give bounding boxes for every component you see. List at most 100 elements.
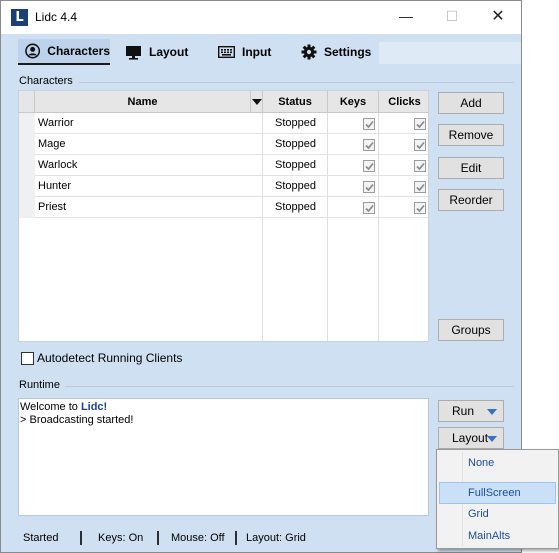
run-button[interactable]: Run: [438, 400, 504, 422]
keyboard-icon: [218, 46, 235, 58]
run-button-label: Run: [452, 404, 475, 418]
close-button[interactable]: ✕: [475, 1, 521, 34]
clicks-checkbox[interactable]: [414, 118, 426, 130]
checkmark-icon: [416, 120, 425, 129]
chevron-down-icon[interactable]: [487, 409, 497, 415]
tab-settings-label: Settings: [324, 45, 372, 59]
reorder-button[interactable]: Reorder: [438, 189, 504, 211]
tab-input[interactable]: Input: [218, 39, 271, 65]
divider: [79, 82, 514, 83]
checkmark-icon: [416, 162, 425, 171]
checkmark-icon: [365, 120, 374, 129]
console-brand-text: Lidc!: [80, 401, 108, 413]
keys-checkbox[interactable]: [363, 160, 375, 172]
tab-layout-label: Layout: [149, 45, 189, 59]
column-header-status[interactable]: Status: [263, 91, 328, 113]
layout-button[interactable]: Layout: [438, 427, 504, 449]
status-separator: [235, 531, 237, 545]
column-filter-dropdown[interactable]: [251, 91, 263, 113]
edit-button[interactable]: Edit: [438, 157, 504, 179]
clicks-checkbox[interactable]: [414, 181, 426, 193]
add-button[interactable]: Add: [438, 92, 504, 114]
autodetect-label: Autodetect Running Clients: [37, 351, 183, 365]
checkmark-icon: [416, 183, 425, 192]
character-status: Stopped: [275, 117, 316, 129]
characters-group-label: Characters: [19, 75, 73, 87]
checkmark-icon: [416, 204, 425, 213]
table-row[interactable]: Warrior Stopped: [35, 113, 428, 134]
checkbox-box[interactable]: [21, 351, 34, 365]
table-row[interactable]: Mage Stopped: [35, 134, 428, 155]
groups-button[interactable]: Groups: [438, 319, 504, 341]
table-row[interactable]: Warlock Stopped: [35, 155, 428, 176]
tab-bar: Characters Layout Input Settings: [1, 34, 521, 68]
autodetect-checkbox[interactable]: Autodetect Running Clients: [21, 351, 182, 365]
character-name: Warlock: [38, 159, 78, 171]
menu-item-mainalts[interactable]: MainAlts: [439, 525, 556, 547]
status-mouse: Mouse: Off: [171, 532, 225, 544]
character-status: Stopped: [275, 180, 316, 192]
checkmark-icon: [365, 162, 374, 171]
tab-strip-fill: [379, 42, 521, 64]
menu-item-none[interactable]: None: [439, 452, 556, 474]
status-layout: Layout: Grid: [246, 532, 306, 544]
title-bar[interactable]: L Lidc 4.4 — ☐ ✕: [1, 1, 521, 34]
checkmark-icon: [365, 183, 374, 192]
clicks-checkbox[interactable]: [414, 202, 426, 214]
checkmark-icon: [365, 141, 374, 150]
gear-icon: [301, 44, 317, 60]
keys-checkbox[interactable]: [363, 202, 375, 214]
tab-characters[interactable]: Characters: [18, 39, 110, 65]
window-title: Lidc 4.4: [35, 10, 78, 24]
character-status: Stopped: [275, 138, 316, 150]
menu-item-fullscreen[interactable]: FullScreen: [439, 482, 556, 504]
keys-checkbox[interactable]: [363, 139, 375, 151]
monitor-icon: [126, 45, 141, 60]
column-header-keys[interactable]: Keys: [328, 91, 379, 113]
runtime-console[interactable]: Welcome to Lidc! > Broadcasting started!: [18, 398, 429, 516]
character-name: Priest: [38, 201, 67, 213]
character-name: Warrior: [38, 117, 74, 129]
character-status: Stopped: [275, 159, 316, 171]
layout-button-label: Layout: [452, 431, 489, 445]
table-row[interactable]: Hunter Stopped: [35, 176, 428, 197]
console-welcome-text: Welcome to: [20, 401, 81, 413]
keys-checkbox[interactable]: [363, 181, 375, 193]
character-status: Stopped: [275, 201, 316, 213]
app-logo-icon: L: [11, 9, 28, 26]
character-name: Mage: [38, 138, 66, 150]
grid-header: Name Status Keys Clicks: [19, 91, 428, 113]
status-keys: Keys: On: [98, 532, 144, 544]
divider: [65, 386, 514, 387]
status-separator: [80, 531, 82, 545]
console-line: Welcome to Lidc!: [20, 401, 427, 414]
column-header-name[interactable]: Name: [35, 91, 251, 113]
remove-button[interactable]: Remove: [438, 124, 504, 146]
clicks-checkbox[interactable]: [414, 139, 426, 151]
column-header-clicks[interactable]: Clicks: [379, 91, 430, 113]
menu-item-grid[interactable]: Grid: [439, 503, 556, 525]
triangle-down-icon: [252, 99, 262, 105]
tab-characters-label: Characters: [47, 44, 110, 58]
checkmark-icon: [365, 204, 374, 213]
table-row[interactable]: Priest Stopped: [35, 197, 428, 218]
maximize-button[interactable]: ☐: [429, 1, 475, 34]
checkmark-icon: [416, 141, 425, 150]
row-header-column: [19, 113, 35, 218]
tab-settings[interactable]: Settings: [301, 39, 371, 65]
tab-input-label: Input: [242, 45, 272, 59]
keys-checkbox[interactable]: [363, 118, 375, 130]
row-header-corner: [19, 91, 35, 113]
minimize-button[interactable]: —: [383, 1, 429, 34]
tab-layout[interactable]: Layout: [125, 39, 188, 65]
console-line: > Broadcasting started!: [20, 414, 134, 426]
runtime-group-label: Runtime: [19, 379, 60, 391]
status-separator: [157, 531, 159, 545]
layout-dropdown-menu: None FullScreen Grid MainAlts: [436, 449, 559, 549]
chevron-down-icon[interactable]: [487, 436, 497, 442]
character-name: Hunter: [38, 180, 72, 192]
clicks-checkbox[interactable]: [414, 160, 426, 172]
user-circle-icon: [25, 43, 41, 59]
characters-grid[interactable]: Name Status Keys Clicks Warrior Stopped …: [18, 90, 429, 342]
status-state: Started: [23, 532, 59, 544]
